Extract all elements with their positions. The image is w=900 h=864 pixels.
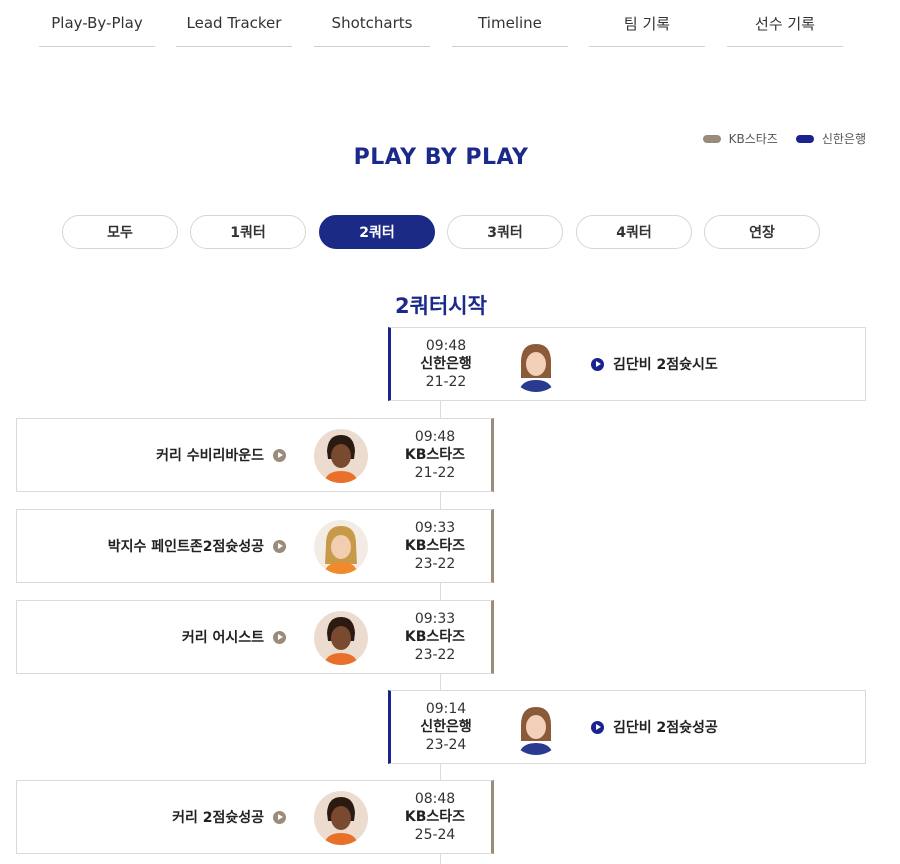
player-photo-icon <box>509 701 563 755</box>
quarter-all-button[interactable]: 모두 <box>62 215 178 249</box>
play-video-icon[interactable] <box>591 357 604 371</box>
quarter-2-button[interactable]: 2쿼터 <box>319 215 435 249</box>
player-photo-icon <box>314 429 368 483</box>
quarter-ot-button[interactable]: 연장 <box>704 215 820 249</box>
quarter-4-button[interactable]: 4쿼터 <box>576 215 692 249</box>
play-video-icon[interactable] <box>273 810 286 824</box>
event-desc-text: 김단비 2점슛성공 <box>613 720 718 736</box>
event-team: KB스타즈 <box>404 538 466 554</box>
event-time: 09:33 <box>414 611 456 627</box>
play-event: 박지수 페인트존2점슛성공 09:33 KB스타즈 23-22 <box>16 509 494 583</box>
tab-player-record[interactable]: 선수 기록 <box>727 0 843 47</box>
tab-lead-tracker[interactable]: Lead Tracker <box>176 0 292 47</box>
event-team: 신한은행 <box>420 719 472 735</box>
event-team: KB스타즈 <box>404 447 466 463</box>
event-score: 23-22 <box>414 556 456 572</box>
event-score: 21-22 <box>414 465 456 481</box>
event-time: 09:33 <box>414 520 456 536</box>
tab-team-record[interactable]: 팀 기록 <box>589 0 705 47</box>
tab-timeline[interactable]: Timeline <box>452 0 568 47</box>
event-info: 09:14 신한은행 23-24 <box>391 691 501 763</box>
event-desc-text: 커리 어시스트 <box>181 630 264 646</box>
event-description[interactable]: 박지수 페인트존2점슛성공 <box>108 510 286 582</box>
play-event: 커리 어시스트 09:33 KB스타즈 23-22 <box>16 600 494 674</box>
event-time: 09:14 <box>425 701 467 717</box>
player-photo-icon <box>509 338 563 392</box>
quarter-1-button[interactable]: 1쿼터 <box>190 215 306 249</box>
player-photo-icon <box>314 520 368 574</box>
event-info: 09:33 KB스타즈 23-22 <box>380 510 490 582</box>
tab-play-by-play[interactable]: Play-By-Play <box>39 0 155 47</box>
event-score: 25-24 <box>414 827 456 843</box>
play-event: 커리 2점슛성공 08:48 KB스타즈 25-24 <box>16 780 494 854</box>
page-title: PLAY BY PLAY <box>353 145 529 170</box>
event-desc-text: 커리 수비리바운드 <box>156 448 264 464</box>
tab-shotcharts[interactable]: Shotcharts <box>314 0 430 47</box>
event-info: 09:48 KB스타즈 21-22 <box>380 419 490 491</box>
player-photo-icon <box>314 791 368 845</box>
event-desc-text: 커리 2점슛성공 <box>172 810 264 826</box>
event-team: 신한은행 <box>420 356 472 372</box>
play-video-icon[interactable] <box>273 539 286 553</box>
event-description[interactable]: 김단비 2점슛시도 <box>591 328 718 400</box>
event-score: 21-22 <box>425 374 467 390</box>
away-swatch <box>795 134 814 143</box>
event-team: KB스타즈 <box>404 809 466 825</box>
top-tab-bar: Play-By-Play Lead Tracker Shotcharts Tim… <box>0 0 900 60</box>
home-swatch <box>702 134 721 143</box>
event-description[interactable]: 커리 2점슛성공 <box>172 781 286 853</box>
event-description[interactable]: 커리 수비리바운드 <box>156 419 286 491</box>
player-photo-icon <box>314 611 368 665</box>
play-video-icon[interactable] <box>273 630 286 644</box>
event-info: 09:33 KB스타즈 23-22 <box>380 601 490 673</box>
play-event: 09:48 신한은행 21-22 김단비 2점슛시도 <box>388 327 866 401</box>
event-time: 09:48 <box>414 429 456 445</box>
event-description[interactable]: 커리 어시스트 <box>182 601 286 673</box>
play-video-icon[interactable] <box>273 448 286 462</box>
event-score: 23-24 <box>425 737 467 753</box>
event-description[interactable]: 김단비 2점슛성공 <box>591 691 718 763</box>
event-team: KB스타즈 <box>404 629 466 645</box>
section-title: 2쿼터시작 <box>395 294 487 318</box>
play-video-icon[interactable] <box>591 720 604 734</box>
event-desc-text: 박지수 페인트존2점슛성공 <box>107 539 264 555</box>
quarter-3-button[interactable]: 3쿼터 <box>447 215 563 249</box>
event-score: 23-22 <box>414 647 456 663</box>
play-event: 커리 수비리바운드 09:48 KB스타즈 21-22 <box>16 418 494 492</box>
event-info: 09:48 신한은행 21-22 <box>391 328 501 400</box>
event-time: 09:48 <box>425 338 467 354</box>
event-desc-text: 김단비 2점슛시도 <box>613 357 718 373</box>
event-time: 08:48 <box>414 791 456 807</box>
play-event: 09:14 신한은행 23-24 김단비 2점슛성공 <box>388 690 866 764</box>
event-info: 08:48 KB스타즈 25-24 <box>380 781 490 853</box>
